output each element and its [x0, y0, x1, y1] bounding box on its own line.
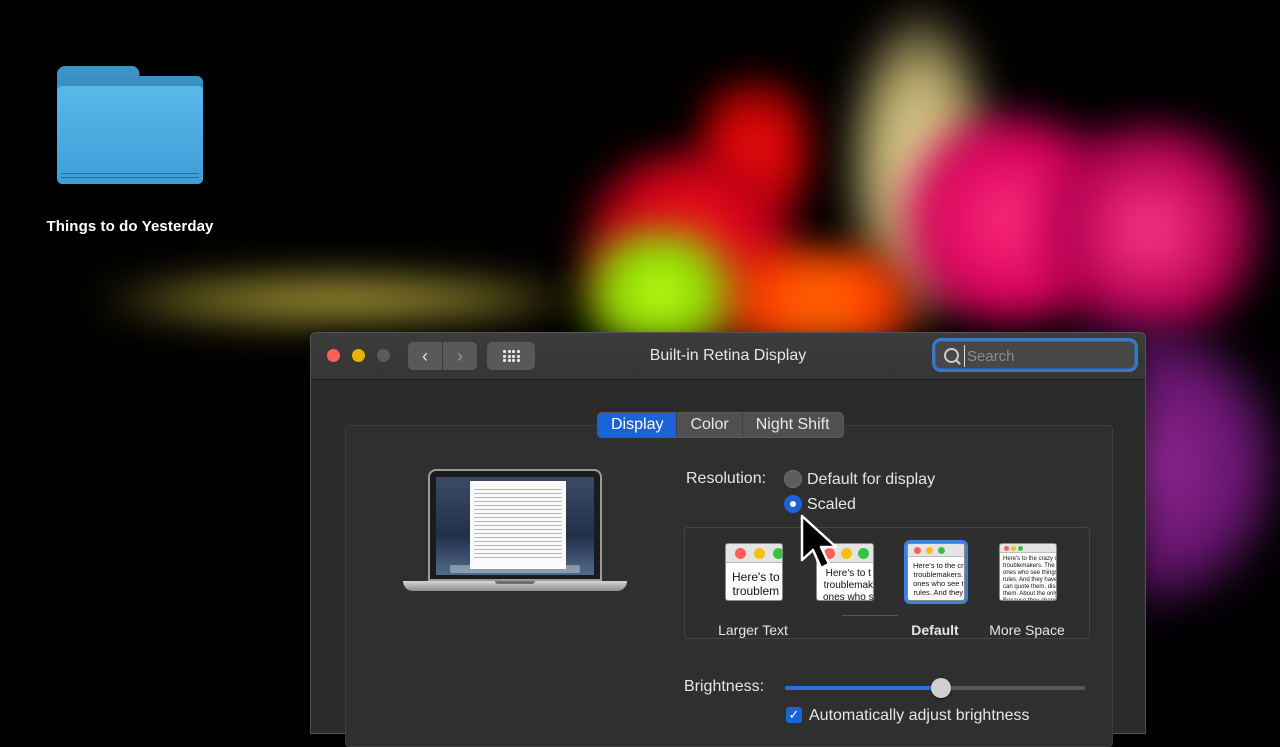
brightness-knob[interactable] — [931, 678, 951, 698]
mouse-pointer-icon — [800, 514, 838, 570]
tab-color[interactable]: Color — [677, 413, 743, 437]
folder-label[interactable]: Things to do Yesterday — [30, 218, 230, 235]
scale-option-more-space[interactable]: Here's to the crazy ones troublemakers. … — [989, 543, 1065, 638]
brightness-fill — [785, 686, 941, 690]
tab-display[interactable]: Display — [598, 413, 678, 437]
desktop-folder[interactable]: Things to do Yesterday — [30, 60, 230, 235]
auto-brightness-label[interactable]: Automatically adjust brightness — [809, 707, 1030, 725]
laptop-illustration — [403, 469, 627, 603]
segmented-tabs: Display Color Night Shift — [597, 412, 844, 438]
folder-icon[interactable] — [55, 60, 205, 184]
tab-night-shift[interactable]: Night Shift — [743, 413, 843, 437]
scale-preview[interactable]: Here's to troublem — [725, 543, 783, 601]
search-input[interactable] — [964, 345, 1133, 367]
brightness-label: Brightness: — [684, 678, 765, 695]
scale-preview[interactable]: Here's to the cr troublemakers. ones who… — [907, 543, 965, 601]
scale-divider — [842, 615, 898, 616]
radio-default-for-display[interactable] — [784, 470, 802, 488]
radio-scaled[interactable] — [784, 495, 802, 513]
radio-label-default[interactable]: Default for display — [807, 471, 935, 489]
title-bar[interactable]: ‹ › Built-in Retina Display — [311, 333, 1145, 380]
scale-label-larger-text: Larger Text — [718, 622, 788, 638]
scale-option-default[interactable]: Here's to the cr troublemakers. ones who… — [907, 543, 965, 638]
scale-label-more-space: More Space — [989, 622, 1065, 638]
preview-text: Here's to troublem — [732, 570, 780, 598]
brightness-slider[interactable] — [785, 678, 1085, 698]
scale-option-larger-text[interactable]: Here's to troublem Larger Text — [718, 543, 788, 638]
search-field[interactable] — [935, 341, 1135, 369]
scale-preview[interactable]: Here's to the crazy ones troublemakers. … — [999, 543, 1057, 601]
resolution-label: Resolution: — [686, 470, 767, 487]
radio-label-scaled[interactable]: Scaled — [807, 496, 856, 514]
scale-options-box: Here's to troublem Larger Text Here's to… — [684, 527, 1090, 639]
preferences-window: ‹ › Built-in Retina Display Display Colo… — [310, 332, 1146, 747]
preview-text: Here's to the crazy ones troublemakers. … — [1003, 556, 1057, 601]
search-icon — [944, 348, 959, 363]
auto-brightness-checkbox[interactable]: ✓ — [786, 707, 802, 723]
preview-text: Here's to the cr troublemakers. ones who… — [913, 561, 964, 597]
